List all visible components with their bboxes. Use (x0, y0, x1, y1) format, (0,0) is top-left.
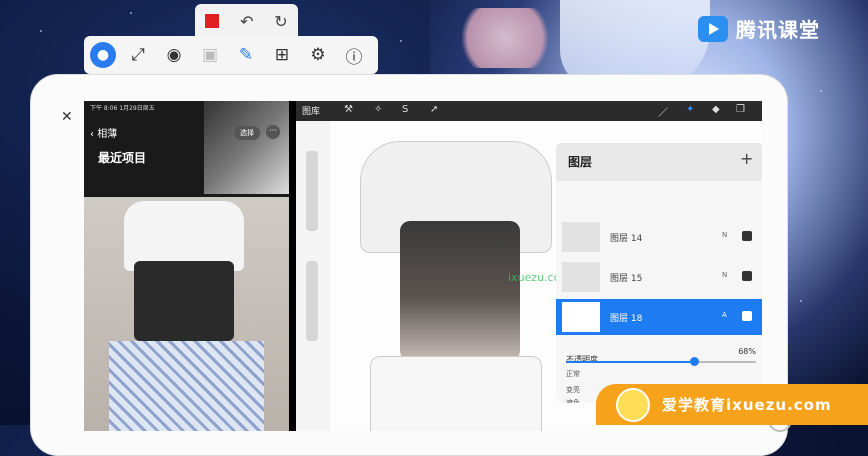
blend-mode-item[interactable]: 正常 (566, 369, 580, 379)
adjust-icon[interactable]: ✧ (374, 104, 382, 115)
layer-visibility-checkbox[interactable] (742, 271, 752, 281)
section-title: 最近项目 (98, 151, 147, 165)
gift-icon[interactable]: ⊞ (268, 41, 296, 69)
select-button[interactable]: 选择 (234, 126, 260, 140)
badge-text: 爱学教育ixuezu.com (662, 396, 832, 414)
star (40, 30, 42, 32)
procreate-toolbar: 图库 ⚒ ✧ S ➚ ／ ✦ ◆ ❐ (296, 101, 762, 121)
photo-thumbnail[interactable] (204, 101, 289, 194)
background-heart-shape (450, 8, 560, 68)
layer-visibility-checkbox[interactable] (742, 311, 752, 321)
fullscreen-icon[interactable]: ⤢ (124, 41, 152, 69)
canvas-skirt (370, 356, 542, 431)
layers-title: 图层 (568, 155, 593, 169)
transform-icon[interactable]: ➚ (430, 104, 438, 115)
help-icon[interactable]: ⓘ (340, 41, 368, 69)
status-bar: 下午 8:06 1月29日周五 (90, 105, 155, 112)
camera-icon[interactable]: ◉ (160, 41, 188, 69)
photo-skirt (109, 341, 264, 431)
layer-name: 图层 14 (610, 234, 643, 244)
selection-icon[interactable]: S (402, 104, 408, 115)
layer-mode[interactable]: N (722, 271, 727, 279)
brand-name: 腾讯课堂 (736, 18, 820, 42)
stop-icon[interactable] (205, 14, 220, 28)
opacity-value: 68% (738, 347, 756, 356)
eraser-icon[interactable]: ◆ (712, 104, 720, 115)
star (130, 12, 132, 14)
opacity-slider-track[interactable] (696, 361, 756, 363)
wrench-icon[interactable]: ⚒ (344, 104, 353, 115)
giraffe-mascot-icon (616, 387, 650, 422)
canvas-bodice (400, 221, 520, 361)
star (800, 300, 802, 302)
gallery-button[interactable]: 图库 (302, 104, 320, 117)
close-icon[interactable]: ✕ (61, 109, 73, 125)
brush-icon[interactable]: ／ (658, 104, 668, 119)
layer-mode[interactable]: A (722, 311, 727, 319)
recorder-toolbar: ● ⤢ ◉ ▣ ✎ ⊞ ⚙ ⓘ (84, 36, 378, 74)
procreate-sidebar (296, 121, 330, 431)
star (820, 90, 822, 92)
layer-name: 图层 18 (610, 314, 643, 324)
layer-row[interactable]: 图层 15 N (556, 259, 762, 295)
brush-opacity-slider[interactable] (306, 261, 318, 341)
layer-row-active[interactable]: 图层 18 A (556, 299, 762, 335)
opacity-slider-knob[interactable] (690, 357, 699, 366)
photo-bodice (134, 261, 234, 341)
video-icon[interactable]: ▣ (196, 41, 224, 69)
procreate-pane: 图库 ⚒ ✧ S ➚ ／ ✦ ◆ ❐ ixuezu.com 图层 + 图层 14… (296, 101, 762, 431)
play-logo-icon (698, 15, 728, 42)
layer-thumbnail (562, 302, 600, 332)
ipad-screen: 下午 8:06 1月29日周五 ‹ 相薄 选择 ··· 最近项目 图库 ⚒ ✧ … (84, 101, 762, 431)
split-divider[interactable] (289, 101, 296, 431)
redo-icon[interactable]: ↻ (274, 12, 287, 31)
add-layer-button[interactable]: + (740, 149, 753, 168)
layer-thumbnail (562, 262, 600, 292)
opacity-slider-fill[interactable] (566, 361, 696, 363)
brush-size-slider[interactable] (306, 151, 318, 231)
star (400, 40, 402, 42)
opacity-control: 不透明度 68% (566, 347, 756, 366)
layer-visibility-checkbox[interactable] (742, 231, 752, 241)
site-badge: 爱学教育ixuezu.com (596, 384, 868, 425)
settings-icon[interactable]: ⚙ (304, 41, 332, 69)
blend-mode-item[interactable]: 变亮 (566, 385, 580, 395)
back-label: 相薄 (97, 129, 118, 140)
photos-pane: 下午 8:06 1月29日周五 ‹ 相薄 选择 ··· 最近项目 (84, 101, 289, 431)
pen-icon[interactable]: ✎ (232, 41, 260, 69)
layer-thumbnail (562, 222, 600, 252)
layer-mode[interactable]: N (722, 231, 727, 239)
layer-name: 图层 15 (610, 274, 643, 284)
smudge-icon[interactable]: ✦ (686, 104, 694, 115)
brand-watermark: 腾讯课堂 (698, 14, 820, 43)
undo-icon[interactable]: ↶ (240, 12, 253, 31)
layers-panel: 图层 + 图层 14 N 图层 15 N 图层 18 A 不透明度 68% 正常… (556, 143, 762, 403)
more-button[interactable]: ··· (266, 125, 280, 139)
layer-row[interactable]: 图层 14 N (556, 219, 762, 255)
avatar-icon[interactable]: ● (90, 42, 116, 68)
blend-mode-item[interactable]: 遮色 (566, 398, 580, 403)
record-controls: ↶ ↻ (195, 4, 298, 38)
layers-header: 图层 + (556, 143, 762, 181)
back-button[interactable]: ‹ 相薄 (90, 125, 117, 140)
layers-icon[interactable]: ❐ (736, 104, 745, 115)
